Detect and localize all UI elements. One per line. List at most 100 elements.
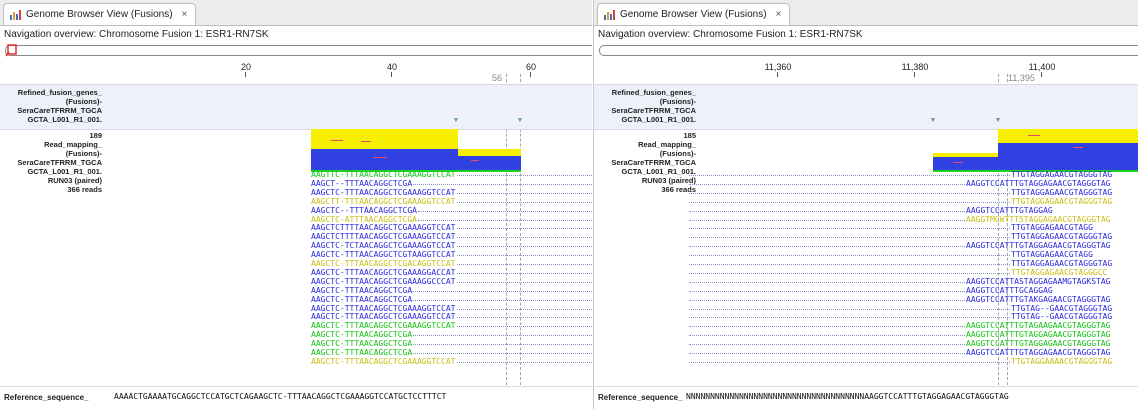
read-row[interactable]: TTGTAGGAGAACGTAGGGTAG <box>689 171 1138 179</box>
coverage-graph <box>311 129 521 173</box>
read-sequence: TTGTAGGAGAACGTAGG <box>1011 223 1093 233</box>
read-row[interactable]: AAGCT--TTTAACAGGCTCGA <box>311 179 592 188</box>
tab-genome-browser-view[interactable]: Genome Browser View (Fusions) × <box>597 3 791 25</box>
navigation-overview-track[interactable] <box>5 43 592 57</box>
read-row[interactable]: AAGCTC-TTTAACAGGCTCGTAAGGTCCAT <box>311 251 592 259</box>
read-sequence: AAGCTCTTTTAACAGGCTCGAAAGGTCCAT <box>311 223 456 233</box>
read-row[interactable]: AAGCTC--TTTAACAGGCTCGA <box>311 206 592 215</box>
read-row[interactable]: TTGTAGGAGAACGTAGG <box>689 251 1138 259</box>
paired-mate-connector <box>456 175 592 176</box>
paired-mate-connector <box>413 344 592 346</box>
read-sequence: TTGTAGGAGAACGTAGGGTAG <box>1011 259 1113 268</box>
ruler-tick <box>391 72 392 77</box>
tab-title: Genome Browser View (Fusions) <box>620 9 767 20</box>
paired-mate-connector <box>456 308 592 310</box>
read-row[interactable]: AAGGTCCATTASTAGGAGAAMGTAGKSTAG <box>689 277 1138 286</box>
read-row[interactable]: AAGGTCCATTTGCAGGAG <box>689 285 1138 295</box>
genome-browser-icon <box>10 10 21 20</box>
read-row[interactable]: TTGTAGGAGAACGTAGGGTAG <box>689 260 1138 268</box>
ruler-tick <box>245 72 246 77</box>
ruler-position-marker: 11,395 <box>1008 73 1035 83</box>
read-row[interactable]: AAGCTC-TTTAACAGGCTCGA <box>311 340 592 348</box>
read-row[interactable]: AAGGTCCATTTGTAGGAGAACGTAGGGTAG <box>689 340 1138 348</box>
read-row[interactable]: AAGGTMCWTTTSTAGGAGAACGTAGGGTAG <box>689 215 1138 224</box>
paired-mate-connector <box>456 246 592 248</box>
paired-mate-connector <box>456 281 592 283</box>
read-row[interactable]: TTGTAG--GAACGTAGGGTAG <box>689 313 1138 321</box>
read-row[interactable]: TTGTAGGAGAACGTAGGGTAG <box>689 197 1138 206</box>
navigation-handle-icon[interactable] <box>5 43 19 57</box>
read-mapping-track-label: Read_mapping_ (Fusions)- SeraCareTFRRM_T… <box>611 140 696 194</box>
read-row[interactable]: AAGCTC-ATTTAACAGGCTCGA <box>311 215 592 224</box>
paired-mate-connector <box>689 210 965 212</box>
read-row[interactable]: TTGTAG--GAACGTAGGGTAG <box>689 304 1138 313</box>
read-row[interactable]: TTGTAGGAGAACGTAGG <box>689 224 1138 232</box>
read-row[interactable]: AAGGTCCATTTGTAGGAGAACGTAGGGTAG <box>689 178 1138 188</box>
paired-mate-connector <box>689 326 965 328</box>
read-row[interactable]: AAGCTC-TTTAACAGGCTCGAAAGGTCCAT <box>311 188 592 197</box>
read-row[interactable]: AAGCTC-TTTAACAGGCTCGAAAGGACCAT <box>311 267 592 277</box>
paired-mate-connector <box>689 308 1010 310</box>
read-row[interactable]: AAGCTC-TTTAACAGGCTCGAAAGGTCCAT <box>311 322 592 330</box>
read-row[interactable]: AAGCTC-TTTAACAGGCTCGA <box>311 286 592 295</box>
read-row[interactable]: AAGCTC-TTTAACAGGCTCGA <box>311 349 592 357</box>
read-sequence: AAGCTC-TTTAACAGGCTCGAAAGGACCAT <box>311 267 456 277</box>
read-sequence: AAGCTC-TTTAACAGGCTCGAAAGGCCCAT <box>311 276 456 286</box>
paired-mate-connector <box>413 299 592 301</box>
read-row[interactable]: AAGCTC-TCTAACAGGCTCGAAAGGTCCAT <box>311 242 592 250</box>
read-row[interactable]: AAGCTCTTTTAACAGGCTCGAAAGGTCCAT <box>311 233 592 241</box>
reference-sequence: NNNNNNNNNNNNNNNNNNNNNNNNNNNNNNNNNNNNNAAG… <box>686 392 1009 401</box>
read-row[interactable]: TTGTAGGAGAACGTAGGGCC <box>689 268 1138 277</box>
navigation-overview-track[interactable] <box>599 45 1138 56</box>
read-sequence: AAGGTCCATTTGTAGAAGAACGTAGGGTAG <box>966 321 1111 331</box>
read-row[interactable]: AAGCTC-TTTAACAGGCTCGAAAGGTCCAT <box>311 356 592 366</box>
paired-mate-connector <box>418 210 592 212</box>
read-row[interactable]: AAGCTC-TTTAACAGGCTCGA <box>311 331 592 339</box>
navigation-overview-label: Navigation overview: Chromosome Fusion 1… <box>4 29 269 40</box>
read-row[interactable]: AAGCTC-TTTAACAGGCTCGAAAGGTCCAT <box>311 304 592 313</box>
close-icon[interactable]: × <box>776 9 782 20</box>
read-row[interactable]: AAGCTC-TTTAACAGGCTCGACAGGTCCAT <box>311 260 592 268</box>
read-row[interactable]: TTGTAGGAAAACGTAGGGTAG <box>689 357 1138 366</box>
tab-bar: Genome Browser View (Fusions) × <box>0 0 592 26</box>
read-row[interactable]: AAGCTC-TTTAACAGGCTCGA <box>311 294 592 304</box>
read-sequence: AAGCTC-TTTAACAGGCTCGAAAGGTCCAT <box>311 321 456 331</box>
read-row[interactable]: AAGGTCCATTTGTAGGAGAACGTAGGGTAG <box>689 331 1138 339</box>
read-row[interactable]: AAGGTCCATTTGTAGGAGAACGTAGGGTAG <box>689 349 1138 357</box>
paired-mate-connector <box>689 237 1010 239</box>
tab-genome-browser-view[interactable]: Genome Browser View (Fusions) × <box>3 3 197 25</box>
read-row[interactable]: AAGTTC-TTTAACAGGCTCGAAAGGTCCAT <box>311 171 592 179</box>
genome-browser-icon <box>604 10 615 20</box>
read-row[interactable]: TTGTAGGAGAACGTAGGGTAG <box>689 233 1138 241</box>
read-row[interactable]: AAGCTT-TTTAACAGGCTCGAAAGGTCCAT <box>311 197 592 206</box>
read-sequence: AAGGTCCATTTGTAKGAGAACGTAGGGTAG <box>966 294 1111 304</box>
read-sequence: AAGTTC-TTTAACAGGCTCGAAAGGTCCAT <box>311 170 456 179</box>
read-row[interactable]: AAGCTC-TTTAACAGGCTCGAAAGGCCCAT <box>311 276 592 286</box>
read-row[interactable]: AAGCTCTTTTAACAGGCTCGAAAGGTCCAT <box>311 224 592 232</box>
paired-mate-connector <box>689 353 965 354</box>
read-row[interactable]: AAGGTCCATTTGTAGAAGAACGTAGGGTAG <box>689 322 1138 330</box>
read-sequence: AAGCTC-TTTAACAGGCTCGAAAGGTCCAT <box>311 356 456 366</box>
read-alignment-area: AAGTTC-TTTAACAGGCTCGAAAGGTCCAT AAGCT--TTT… <box>311 171 592 385</box>
paired-mate-connector <box>689 344 965 346</box>
paired-mate-connector <box>456 237 592 239</box>
read-row[interactable]: AAGGTCCATTTGTAGGAG <box>689 206 1138 215</box>
read-sequence: TTGTAG--GAACGTAGGGTAG <box>1011 312 1113 322</box>
read-row[interactable]: AAGGTCCATTTGTAKGAGAACGTAGGGTAG <box>689 294 1138 304</box>
paired-mate-connector <box>689 317 1010 319</box>
close-icon[interactable]: × <box>182 9 188 20</box>
reference-sequence: AAAACTGAAAATGCAGGCTCCATGCTCAGAAGCTC-TTTA… <box>114 392 447 401</box>
read-row[interactable]: TTGTAGGAGAACGTAGGGTAG <box>689 188 1138 197</box>
ruler-tick <box>914 72 915 77</box>
fusion-marker-icon: ▼ <box>516 117 524 124</box>
read-sequence: AAGGTCCATTTGCAGGAG <box>966 285 1053 295</box>
paired-mate-connector <box>413 290 592 292</box>
ruler-position-marker: 56 <box>491 73 502 83</box>
read-row[interactable]: AAGCTC-TTTAACAGGCTCGAAAGGTCCAT <box>311 313 592 321</box>
paired-mate-connector <box>689 175 1010 176</box>
read-sequence: AAGCTC-TTTAACAGGCTCGA <box>311 294 413 304</box>
paired-mate-connector <box>689 255 1010 257</box>
read-row[interactable]: AAGGTCCATTTGTAGGAGAACGTAGGGTAG <box>689 242 1138 250</box>
read-sequence: AAGGTCCATTTGTAGGAGAACGTAGGGTAG <box>966 178 1111 188</box>
coordinate-ruler: 11,360 11,380 11,400 11,395 <box>594 58 1138 84</box>
